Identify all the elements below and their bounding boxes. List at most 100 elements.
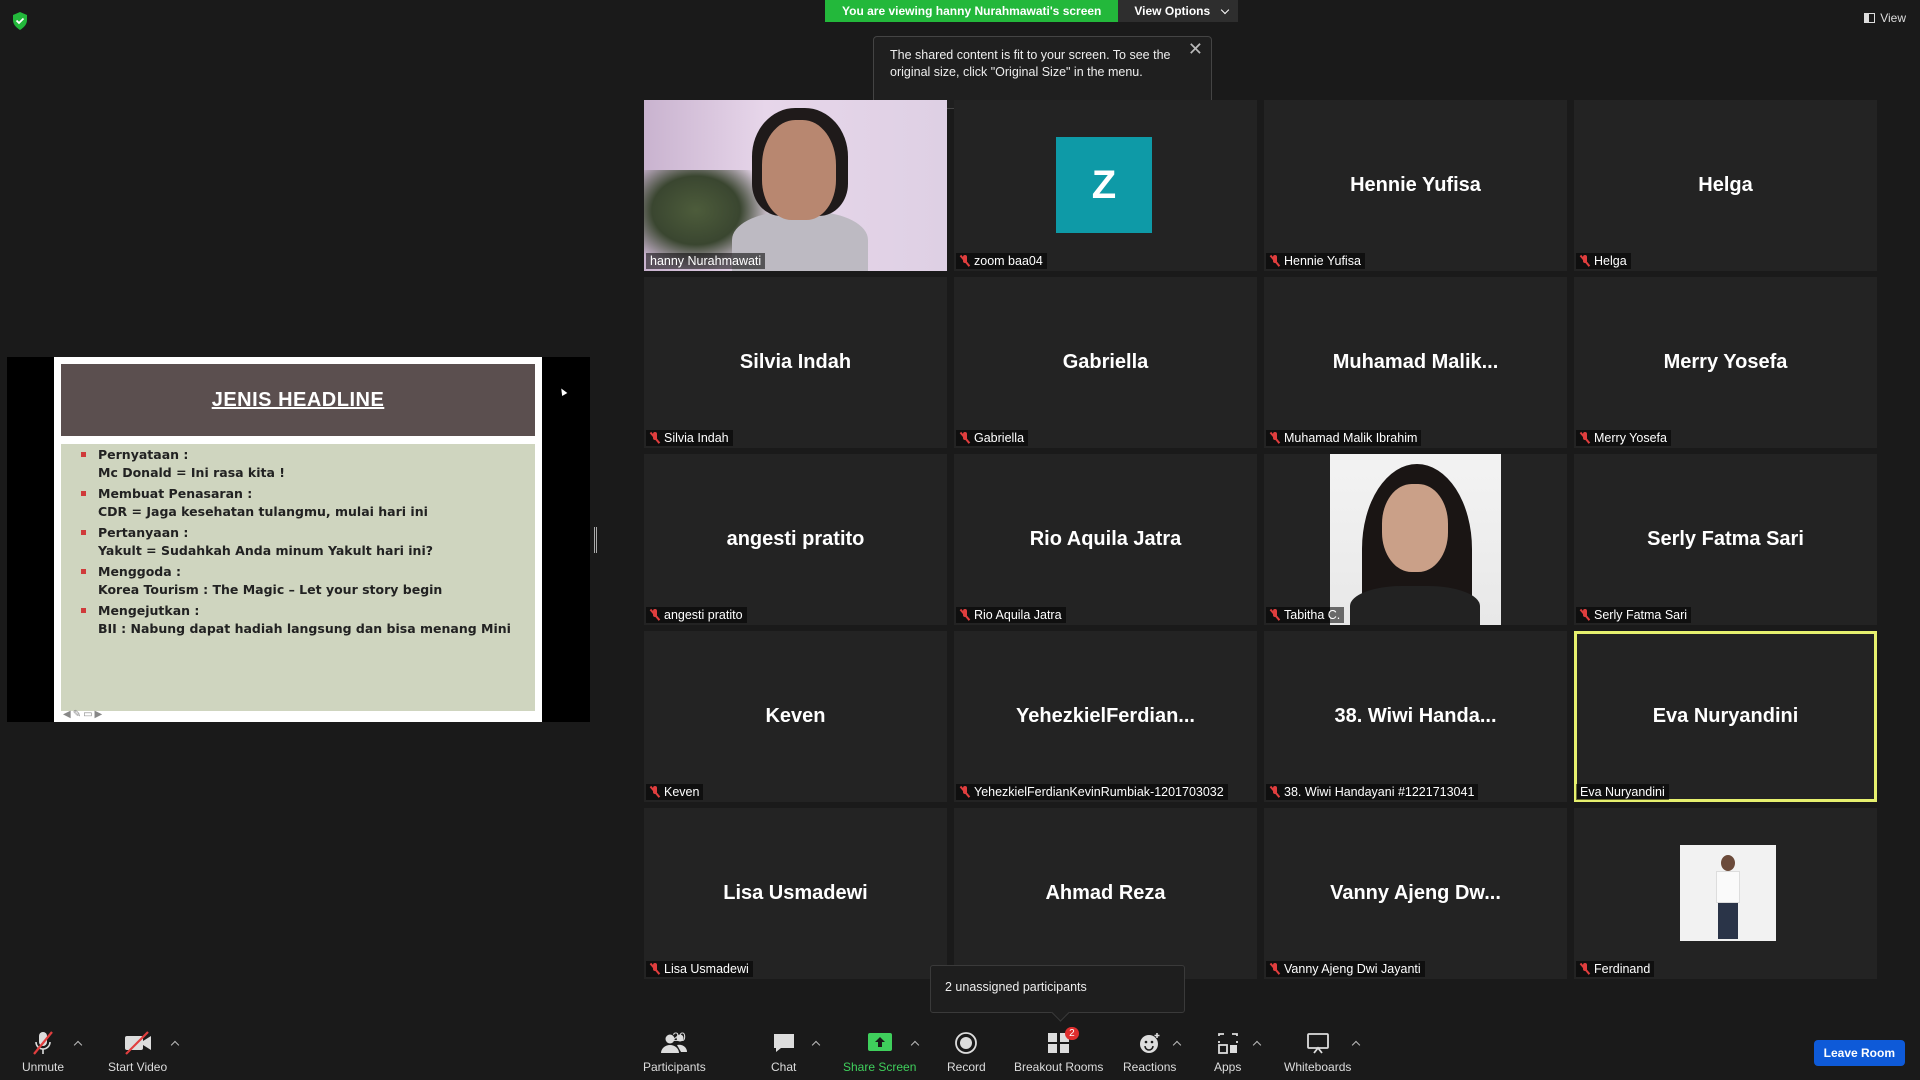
participant-tile[interactable]: Gabriella Gabriella — [954, 277, 1257, 448]
participant-tile[interactable]: Zzoom baa04 — [954, 100, 1257, 271]
tooltip-text: The shared content is fit to your screen… — [890, 48, 1171, 79]
participant-video — [644, 100, 947, 271]
participants-label: Participants — [643, 1060, 706, 1074]
video-off-icon — [124, 1031, 151, 1055]
participant-tile[interactable]: Rio Aquila Jatra Rio Aquila Jatra — [954, 454, 1257, 625]
breakout-badge: 2 — [1065, 1027, 1079, 1040]
slide-bullet-detail: Mc Donald = Ini rasa kita ! — [98, 465, 285, 480]
chat-label: Chat — [771, 1060, 797, 1074]
participant-display-name: Muhamad Malik... — [1332, 351, 1499, 373]
participant-name-text: Rio Aquila Jatra — [974, 608, 1062, 622]
participant-tile[interactable]: Tabitha C. — [1264, 454, 1567, 625]
microphone-muted-icon — [1580, 432, 1590, 444]
slide-body: Pernyataan : Mc Donald = Ini rasa kita ! M… — [61, 444, 535, 711]
whiteboard-icon — [1306, 1033, 1329, 1054]
breakout-rooms-button[interactable]: 2 Breakout Rooms — [1014, 1027, 1103, 1074]
participant-tile[interactable]: Eva Nuryandini Eva Nuryandini — [1574, 631, 1877, 802]
slide-bullet-title: Pernyataan : — [81, 446, 523, 463]
record-button[interactable]: Record — [947, 1030, 986, 1074]
slide-headline: JENIS HEADLINE — [211, 388, 385, 411]
close-icon[interactable]: ✕ — [1188, 40, 1203, 58]
chat-options-caret-icon[interactable] — [811, 1040, 821, 1050]
participant-tile[interactable]: Ahmad Reza — [954, 808, 1257, 979]
unmute-button[interactable]: Unmute — [22, 1030, 64, 1074]
participant-name-text: Vanny Ajeng Dwi Jayanti — [1284, 962, 1421, 976]
participant-name-label: hanny Nurahmawati — [646, 253, 766, 269]
share-screen-button[interactable]: Share Screen — [843, 1030, 916, 1074]
participant-tile[interactable]: Merry Yosefa Merry Yosefa — [1574, 277, 1877, 448]
view-options-button[interactable]: View Options — [1118, 0, 1239, 22]
participant-tile[interactable]: Ferdinand — [1574, 808, 1877, 979]
microphone-muted-icon — [650, 432, 660, 444]
participant-tile[interactable]: hanny Nurahmawati — [644, 100, 947, 271]
split-resize-handle[interactable] — [594, 527, 597, 553]
participant-name-label: Silvia Indah — [646, 430, 733, 446]
participant-name-label: YehezkielFerdianKevinRumbiak-1201703032 — [956, 784, 1228, 800]
microphone-muted-icon — [1580, 963, 1590, 975]
participant-name-label: Ferdinand — [1576, 961, 1655, 977]
slide-bullet-item: Pertanyaan : Yakult = Sudahkah Anda minum… — [81, 524, 523, 560]
microphone-muted-icon — [960, 432, 970, 444]
audio-options-caret-icon[interactable] — [73, 1040, 83, 1050]
participant-name-text: 38. Wiwi Handayani #1221713041 — [1284, 785, 1475, 799]
apps-button[interactable]: Apps — [1214, 1030, 1241, 1074]
participant-name-text: Hennie Yufisa — [1284, 254, 1361, 268]
slide-bullet-title: Mengejutkan : — [81, 602, 523, 619]
meeting-toolbar: Unmute Start Video 20 Participants Chat … — [0, 1022, 1920, 1080]
start-video-button[interactable]: Start Video — [108, 1030, 167, 1074]
reactions-button[interactable]: Reactions — [1123, 1030, 1176, 1074]
security-shield-icon[interactable] — [12, 12, 28, 30]
apps-label: Apps — [1214, 1060, 1242, 1074]
participants-button[interactable]: 20 Participants — [643, 1030, 706, 1074]
photo-head — [1721, 855, 1735, 871]
participant-display-name: Silvia Indah — [739, 351, 852, 373]
participant-tile[interactable]: 38. Wiwi Handa... 38. Wiwi Handayani #122… — [1264, 631, 1567, 802]
participant-name-label: Vanny Ajeng Dwi Jayanti — [1266, 961, 1425, 977]
microphone-muted-icon — [1270, 963, 1280, 975]
participant-tile[interactable]: Keven Keven — [644, 631, 947, 802]
participant-display-name: Helga — [1698, 174, 1753, 196]
video-options-caret-icon[interactable] — [170, 1040, 180, 1050]
microphone-muted-icon — [1270, 609, 1280, 621]
slide-bullet-item: Membuat Penasaran : CDR = Jaga kesehatan … — [81, 485, 523, 521]
unassigned-text: 2 unassigned participants — [945, 980, 1087, 994]
photo-face — [1382, 484, 1448, 572]
participant-tile[interactable]: Silvia Indah Silvia Indah — [644, 277, 947, 448]
participant-name-label: Rio Aquila Jatra — [956, 607, 1066, 623]
slide-bullet-title: Pertanyaan : — [81, 524, 523, 541]
participant-name-label: Hennie Yufisa — [1266, 253, 1365, 269]
screen-share-banner: You are viewing hanny Nurahmawati's scre… — [825, 0, 1239, 22]
participant-display-name: Hennie Yufisa — [1350, 174, 1481, 196]
participant-tile[interactable]: YehezkielFerdian... YehezkielFerdianKevin… — [954, 631, 1257, 802]
chat-button[interactable]: Chat — [771, 1030, 796, 1074]
unassigned-participants-popup: 2 unassigned participants — [930, 965, 1185, 1013]
microphone-muted-icon — [650, 963, 660, 975]
microphone-muted-icon — [1270, 255, 1280, 267]
reactions-label: Reactions — [1123, 1060, 1177, 1074]
participant-name-text: Eva Nuryandini — [1580, 785, 1665, 799]
apps-options-caret-icon[interactable] — [1252, 1040, 1262, 1050]
participant-display-name: Lisa Usmadewi — [723, 882, 868, 904]
participant-tile[interactable]: angesti pratito angesti pratito — [644, 454, 947, 625]
view-options-label: View Options — [1134, 4, 1211, 18]
participant-tile[interactable]: Hennie Yufisa Hennie Yufisa — [1264, 100, 1567, 271]
participant-tile[interactable]: Lisa Usmadewi Lisa Usmadewi — [644, 808, 947, 979]
shared-screen-area[interactable]: JENIS HEADLINE Pernyataan : Mc Donald = I… — [7, 357, 590, 722]
participant-tile[interactable]: Serly Fatma Sari Serly Fatma Sari — [1574, 454, 1877, 625]
participant-name-label: Eva Nuryandini — [1576, 784, 1669, 800]
participant-name-label: zoom baa04 — [956, 253, 1047, 269]
viewing-screen-label: You are viewing hanny Nurahmawati's scre… — [825, 0, 1119, 22]
participant-tile[interactable]: Vanny Ajeng Dw... Vanny Ajeng Dwi Jayanti — [1264, 808, 1567, 979]
view-button[interactable]: View — [1864, 11, 1906, 25]
whiteboards-options-caret-icon[interactable] — [1351, 1040, 1361, 1050]
participant-tile[interactable]: Muhamad Malik... Muhamad Malik Ibrahim — [1264, 277, 1567, 448]
whiteboards-button[interactable]: Whiteboards — [1284, 1030, 1351, 1074]
participant-name-text: Muhamad Malik Ibrahim — [1284, 431, 1418, 445]
slide-tools[interactable]: ◀✎▭▶ — [63, 709, 104, 720]
participant-name-label: angesti pratito — [646, 607, 747, 623]
participant-name-text: Gabriella — [974, 431, 1025, 445]
leave-room-button[interactable]: Leave Room — [1813, 1040, 1905, 1066]
participant-tile[interactable]: Helga Helga — [1574, 100, 1877, 271]
record-icon — [955, 1032, 978, 1054]
chevron-down-icon — [1220, 5, 1230, 14]
